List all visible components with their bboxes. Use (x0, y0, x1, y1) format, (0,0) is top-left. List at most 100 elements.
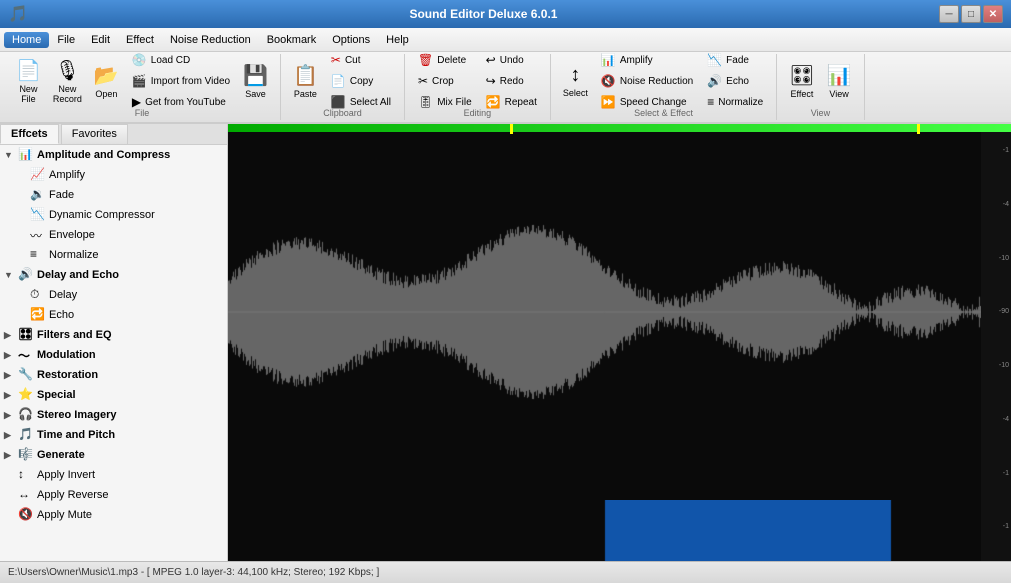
tree-arrow: ▶ (4, 410, 18, 421)
effect-label: Effect (791, 90, 814, 100)
tree-item-modulation[interactable]: ▶ 〜 Modulation (0, 345, 227, 365)
minimize-button[interactable]: ─ (939, 5, 959, 23)
marker-start (510, 124, 513, 134)
stereo-imagery-label: Stereo Imagery (37, 409, 116, 421)
new-record-button[interactable]: 🎙 New Record (47, 55, 88, 107)
cut-button[interactable]: ✂Cut (324, 50, 398, 70)
apply-reverse-label: Apply Reverse (37, 489, 109, 501)
echo-button[interactable]: 🔊Echo (700, 71, 770, 91)
delay-icon: ⏱ (30, 287, 46, 303)
amplify-button[interactable]: 📊Amplify (594, 50, 700, 70)
tree-item-apply-mute[interactable]: 🔇 Apply Mute (0, 505, 227, 525)
tree-item-amplify[interactable]: 📈 Amplify (0, 165, 227, 185)
tree-item-normalize[interactable]: ≡ Normalize (0, 245, 227, 265)
menu-options[interactable]: Options (324, 32, 378, 48)
menu-file[interactable]: File (49, 32, 83, 48)
tree-item-fade[interactable]: 🔉 Fade (0, 185, 227, 205)
normalize-label: Normalize (49, 249, 99, 261)
delete-button[interactable]: 🗑Delete (411, 50, 479, 70)
view-group-label: View (777, 108, 863, 118)
save-icon: 💾 (243, 63, 268, 88)
effect-sub-buttons: 📊Amplify 🔇Noise Reduction ⏩Speed Change (594, 50, 700, 112)
new-file-button[interactable]: 📄 New File (10, 55, 47, 107)
tree-item-echo[interactable]: 🔁 Echo (0, 305, 227, 325)
undo-button[interactable]: ↩Undo (479, 50, 544, 70)
menu-bookmark[interactable]: Bookmark (259, 32, 325, 48)
redo-button[interactable]: ↪Redo (479, 71, 544, 91)
tree-arrow: ▼ (4, 270, 18, 280)
stereo-imagery-icon: 🎧 (18, 407, 34, 423)
delay-echo-label: Delay and Echo (37, 269, 119, 281)
open-label: Open (95, 90, 117, 100)
tree-item-delay-echo[interactable]: ▼ 🔊 Delay and Echo (0, 265, 227, 285)
crop-button[interactable]: ✂Crop (411, 71, 479, 91)
menu-noise-reduction[interactable]: Noise Reduction (162, 32, 259, 48)
editing-sub-buttons2: ↩Undo ↪Redo 🔁Repeat (479, 50, 544, 112)
filters-eq-label: Filters and EQ (37, 329, 112, 341)
progress-bar (228, 124, 1011, 132)
menu-edit[interactable]: Edit (83, 32, 118, 48)
envelope-label: Envelope (49, 229, 95, 241)
copy-button[interactable]: 📄Copy (324, 71, 398, 91)
tree-item-special[interactable]: ▶ ⭐ Special (0, 385, 227, 405)
tree-item-time-pitch[interactable]: ▶ 🎵 Time and Pitch (0, 425, 227, 445)
toolbar-editing-group: 🗑Delete ✂Crop 🎚Mix File ↩Undo ↪Redo 🔁Rep… (405, 54, 551, 120)
sidebar-content: ▼ 📊 Amplitude and Compress 📈 Amplify 🔉 F… (0, 145, 227, 561)
tree-item-apply-invert[interactable]: ↕ Apply Invert (0, 465, 227, 485)
view-label: View (829, 90, 848, 100)
fade-label: Fade (49, 189, 74, 201)
save-label: Save (245, 90, 266, 100)
apply-invert-icon: ↕ (18, 467, 34, 483)
toolbar: 📄 New File 🎙 New Record 📂 Open 💿Load CD … (0, 52, 1011, 124)
close-button[interactable]: ✕ (983, 5, 1003, 23)
paste-button[interactable]: 📋 Paste (287, 55, 324, 107)
select-label: Select (563, 89, 588, 99)
select-button[interactable]: ↕ Select (557, 55, 594, 107)
import-video-button[interactable]: 🎬Import from Video (125, 71, 237, 91)
tree-arrow: ▶ (4, 450, 18, 461)
time-pitch-label: Time and Pitch (37, 429, 115, 441)
tree-item-apply-reverse[interactable]: ↔ Apply Reverse (0, 485, 227, 505)
menu-bar: Home File Edit Effect Noise Reduction Bo… (0, 28, 1011, 52)
sidebar-tab-effects[interactable]: Effcets (0, 124, 59, 144)
tree-item-delay[interactable]: ⏱ Delay (0, 285, 227, 305)
clipboard-group-label: Clipboard (281, 108, 404, 118)
menu-effect[interactable]: Effect (118, 32, 162, 48)
menu-home[interactable]: Home (4, 32, 49, 48)
noise-reduction-button[interactable]: 🔇Noise Reduction (594, 71, 700, 91)
new-file-icon: 📄 (16, 58, 41, 83)
load-cd-button[interactable]: 💿Load CD (125, 50, 237, 70)
fade-button[interactable]: 📉Fade (700, 50, 770, 70)
amplify-icon: 📈 (30, 167, 46, 183)
open-button[interactable]: 📂 Open (88, 55, 125, 107)
db-scale-2: -1-4-10-90-10-4-1 (981, 500, 1011, 561)
special-label: Special (37, 389, 76, 401)
echo-label: Echo (49, 309, 74, 321)
view-button[interactable]: 📊 View (821, 55, 858, 107)
editing-sub-buttons: 🗑Delete ✂Crop 🎚Mix File (411, 50, 479, 112)
tree-item-generate[interactable]: ▶ 🎼 Generate (0, 445, 227, 465)
tree-item-amplitude[interactable]: ▼ 📊 Amplitude and Compress (0, 145, 227, 165)
toolbar-file-group: 📄 New File 🎙 New Record 📂 Open 💿Load CD … (4, 54, 281, 120)
save-button[interactable]: 💾 Save (237, 55, 274, 107)
waveform-canvas-1[interactable] (228, 124, 981, 500)
delay-echo-icon: 🔊 (18, 267, 34, 283)
tree-item-stereo-imagery[interactable]: ▶ 🎧 Stereo Imagery (0, 405, 227, 425)
tree-item-restoration[interactable]: ▶ 🔧 Restoration (0, 365, 227, 385)
channel-2-row: -1-4-10-90-10-4-1 (228, 500, 1011, 561)
amplify-label: Amplify (49, 169, 85, 181)
sidebar-tab-favorites[interactable]: Favorites (61, 124, 128, 144)
menu-help[interactable]: Help (378, 32, 417, 48)
waveform-canvas-2[interactable] (228, 500, 981, 561)
dynamic-compressor-label: Dynamic Compressor (49, 209, 155, 221)
tree-item-envelope[interactable]: 〰 Envelope (0, 225, 227, 245)
tree-item-filters-eq[interactable]: ▶ 🎛 Filters and EQ (0, 325, 227, 345)
clipboard-sub-buttons: ✂Cut 📄Copy ⬛Select All (324, 50, 398, 112)
effect-button[interactable]: 🎛 Effect (783, 55, 820, 107)
toolbar-select-effect-group: ↕ Select 📊Amplify 🔇Noise Reduction ⏩Spee… (551, 54, 777, 120)
tree-item-dynamic-compressor[interactable]: 📉 Dynamic Compressor (0, 205, 227, 225)
toolbar-clipboard-group: 📋 Paste ✂Cut 📄Copy ⬛Select All Clipboard (281, 54, 405, 120)
effect-sub-buttons2: 📉Fade 🔊Echo ≡Normalize (700, 50, 770, 112)
select-icon: ↕ (570, 64, 580, 87)
maximize-button[interactable]: □ (961, 5, 981, 23)
